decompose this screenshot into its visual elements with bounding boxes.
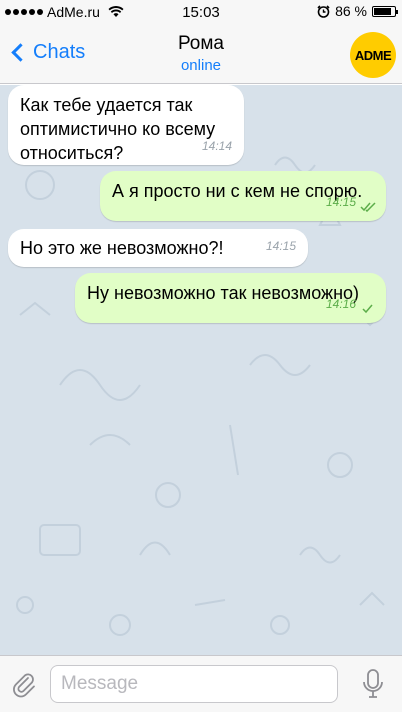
message-text: Но это же невозможно?! bbox=[20, 238, 224, 258]
message-input[interactable] bbox=[50, 665, 338, 703]
message-bubble-incoming[interactable]: Но это же невозможно?! 14:15 bbox=[8, 229, 308, 267]
check-icon bbox=[362, 304, 373, 314]
paperclip-icon[interactable] bbox=[10, 670, 38, 698]
message-bubble-incoming[interactable]: Как тебе удается так оптимистично ко все… bbox=[8, 85, 244, 165]
status-bar: AdMe.ru 15:03 86 % bbox=[0, 0, 402, 24]
message-time: 14:14 bbox=[201, 139, 232, 153]
message-time: 14:16 bbox=[325, 297, 356, 311]
chat-status: online bbox=[180, 57, 222, 74]
microphone-icon[interactable] bbox=[362, 668, 384, 700]
message-text: А я просто ни с кем не спорю. bbox=[112, 181, 363, 201]
battery-icon bbox=[372, 5, 398, 17]
battery-level bbox=[374, 7, 391, 15]
alarm-icon bbox=[317, 4, 330, 18]
chat-title: Рома bbox=[177, 33, 225, 54]
message-text: Как тебе удается так оптимистично ко все… bbox=[20, 95, 216, 163]
message-bubble-outgoing[interactable]: Ну невозможно так невозможно) 14:16 bbox=[75, 273, 386, 323]
avatar[interactable]: ADME bbox=[350, 32, 396, 78]
status-right: 86 % bbox=[317, 3, 398, 19]
chat-area: Как тебе удается так оптимистично ко все… bbox=[0, 85, 402, 655]
message-bubble-outgoing[interactable]: А я просто ни с кем не спорю. 14:15 bbox=[100, 171, 386, 221]
message-time: 14:15 bbox=[325, 195, 356, 209]
message-input-bar bbox=[0, 655, 402, 712]
battery-percent: 86 % bbox=[335, 3, 367, 19]
nav-bar: Chats Рома online ADME bbox=[0, 24, 402, 84]
message-text: Ну невозможно так невозможно) bbox=[87, 283, 360, 303]
message-time: 14:15 bbox=[265, 239, 296, 253]
double-check-icon bbox=[360, 202, 376, 212]
